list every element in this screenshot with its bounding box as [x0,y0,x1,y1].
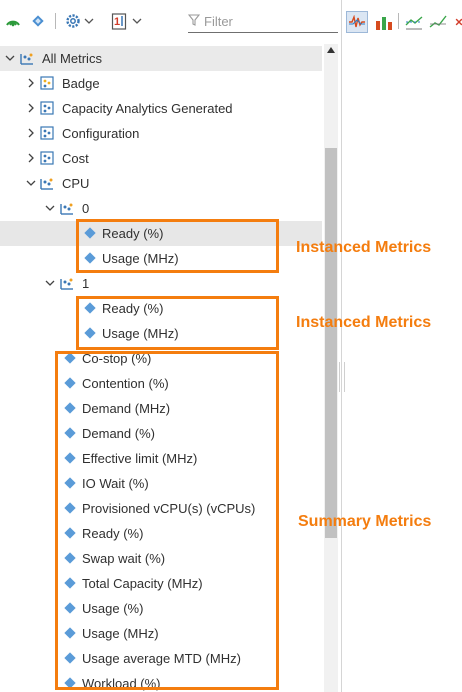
chevron-down-icon[interactable] [26,178,36,188]
close-icon[interactable] [454,14,462,30]
bar-chart-icon[interactable] [375,13,393,31]
tree-label: CPU [62,176,90,191]
chevron-right-icon[interactable] [26,103,36,113]
tree-label: Cost [62,151,89,166]
tree-row-cost[interactable]: Cost [0,146,322,171]
tree-row-instance-0[interactable]: 0 [0,196,322,221]
chevron-right-icon[interactable] [26,128,36,138]
badge-group-icon [40,76,54,90]
toolbar-separator [55,13,56,29]
metric-group-icon [40,126,54,140]
left-toolbar: 1 Filter [0,0,340,44]
instanced-metrics-highlight-1 [76,296,279,350]
splitter-handle[interactable] [339,362,345,392]
annotation-summary-metrics: Summary Metrics [298,513,432,530]
svg-text:1: 1 [114,16,120,28]
toolbar-separator [398,13,399,29]
signal-icon[interactable] [5,13,21,29]
chevron-down-icon[interactable] [45,278,55,288]
waveform-icon[interactable] [346,11,368,33]
tree-label: Capacity Analytics Generated [62,101,233,116]
metric-group-icon [40,101,54,115]
tree-row-capacity-analytics[interactable]: Capacity Analytics Generated [0,96,322,121]
annotation-instanced-metrics: Instanced Metrics [296,314,432,331]
tree-row-cpu[interactable]: CPU [0,171,322,196]
tree-label: 1 [82,276,90,291]
metric-group-icon [40,151,54,165]
tree-label: Configuration [62,126,140,141]
chevron-down-icon[interactable] [84,16,94,26]
summary-metrics-highlight [55,351,279,690]
instance-icon [60,276,74,290]
metric-group-icon [20,51,34,65]
sort-one-icon[interactable]: 1 [111,12,127,30]
tree-row-all-metrics[interactable]: All Metrics [0,46,322,71]
tree-row-instance-1[interactable]: 1 [0,271,322,296]
chevron-down-icon[interactable] [132,16,142,26]
chevron-down-icon[interactable] [5,53,15,63]
chevron-right-icon[interactable] [26,153,36,163]
line-chart-icon[interactable] [405,14,423,30]
filter-input[interactable]: Filter [187,10,338,33]
instance-icon [60,201,74,215]
right-toolbar [343,0,462,44]
scroll-up-icon[interactable] [326,45,336,55]
instanced-metrics-highlight-0 [76,219,279,273]
trend-chart-icon[interactable] [429,14,447,30]
metric-group-icon [40,176,54,190]
annotation-instanced-metrics: Instanced Metrics [296,239,432,256]
tree-label: Badge [62,76,100,91]
filter-icon [187,13,201,29]
diamond-layers-icon[interactable] [30,13,46,29]
filter-placeholder: Filter [204,13,233,29]
chevron-down-icon[interactable] [45,203,55,213]
gear-icon[interactable] [65,13,81,29]
tree-row-configuration[interactable]: Configuration [0,121,322,146]
tree-row-badge[interactable]: Badge [0,71,322,96]
tree-label: All Metrics [42,51,102,66]
chevron-right-icon[interactable] [26,78,36,88]
pane-divider [341,0,342,692]
tree-scrollbar-thumb[interactable] [325,148,337,538]
tree-label: 0 [82,201,90,216]
